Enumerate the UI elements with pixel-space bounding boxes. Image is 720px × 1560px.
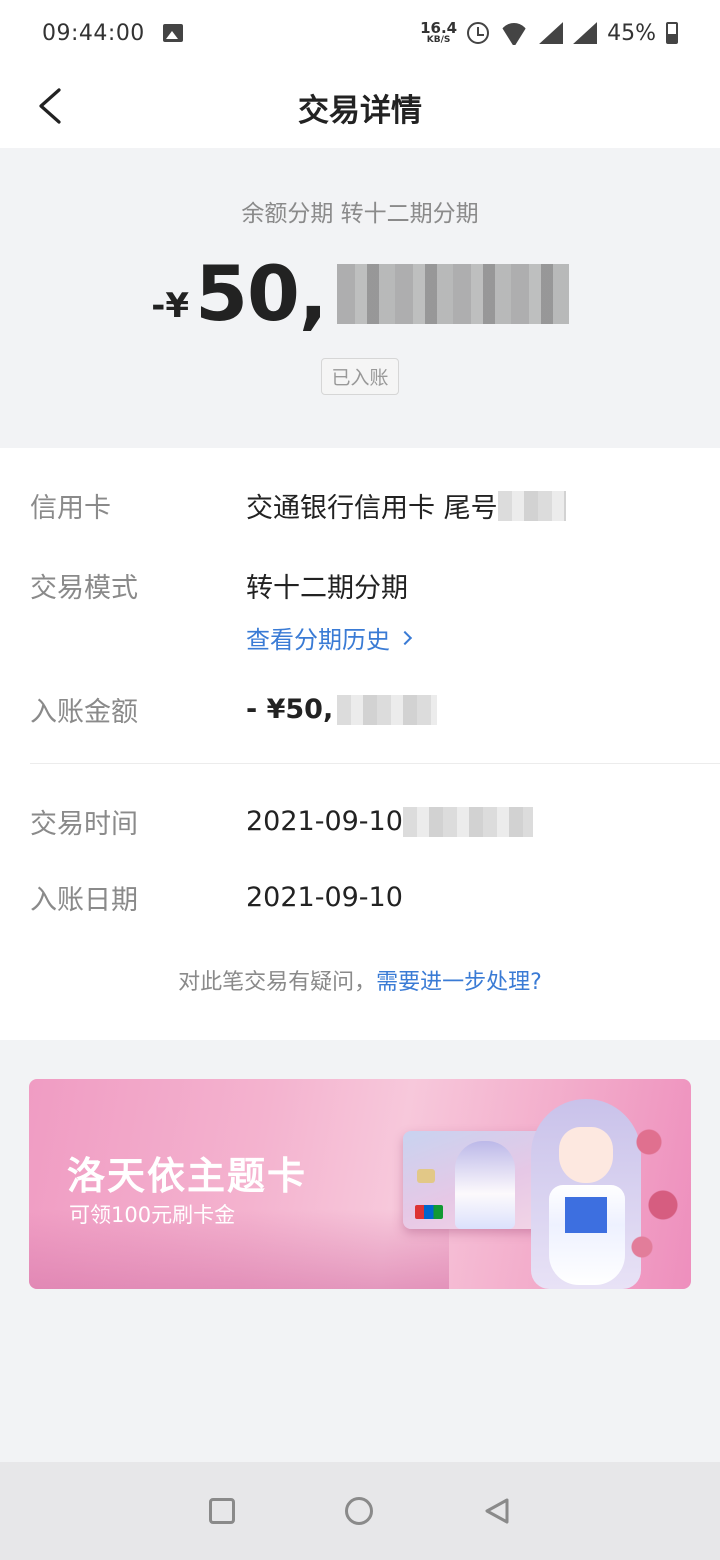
detail-row-mode: 交易模式 转十二期分期	[30, 566, 720, 605]
unionpay-logo-icon	[415, 1205, 443, 1219]
transaction-details: 信用卡 交通银行信用卡 尾号 交易模式 转十二期分期 查看分期历史 入账金额 -…	[0, 448, 720, 1040]
amount-redacted-mosaic	[336, 264, 569, 324]
posted-amount-redacted	[337, 694, 438, 725]
detail-row-posted-date: 入账日期 2021-09-10	[30, 878, 720, 917]
posted-date-label: 入账日期	[30, 885, 138, 916]
transaction-summary: 余额分期 转十二期分期 -¥ 50, 已入账	[0, 148, 720, 448]
cherry-blossom-decoration	[621, 1079, 691, 1289]
status-badge: 已入账	[321, 358, 399, 395]
card-value-wrap: 交通银行信用卡 尾号	[246, 486, 566, 525]
status-right: 16.4 KB/S 45%	[420, 21, 678, 46]
status-left: 09:44:00	[42, 21, 183, 46]
status-bar: 09:44:00 16.4 KB/S 45%	[0, 0, 720, 66]
installment-history-link[interactable]: 查看分期历史	[246, 620, 413, 655]
character-face	[559, 1127, 613, 1183]
signal-icon-2	[573, 22, 598, 44]
network-speed-unit: KB/S	[426, 35, 451, 45]
trade-time-wrap: 2021-09-10	[246, 802, 533, 841]
app-header: 交易详情	[0, 66, 720, 148]
banner-subtitle: 可领100元刷卡金	[69, 1203, 236, 1227]
network-speed: 16.4 KB/S	[420, 21, 457, 45]
back-button[interactable]	[30, 86, 70, 126]
alarm-icon	[467, 22, 490, 44]
system-nav-bar	[0, 1462, 720, 1560]
posted-amount-label: 入账金额	[30, 697, 138, 728]
trade-time-label: 交易时间	[30, 809, 138, 840]
battery-percent: 45%	[607, 20, 656, 46]
character-emblem	[565, 1197, 607, 1233]
detail-row-posted-amount: 入账金额 - ¥50,	[30, 690, 720, 729]
posted-amount-wrap: - ¥50,	[246, 690, 438, 729]
wifi-icon	[499, 21, 529, 45]
home-icon[interactable]	[345, 1497, 373, 1525]
divider	[30, 763, 720, 764]
installment-history-label: 查看分期历史	[246, 626, 390, 654]
signal-icon	[539, 22, 564, 44]
card-tail-redacted	[497, 490, 566, 521]
detail-row-trade-time: 交易时间 2021-09-10	[30, 802, 720, 841]
mode-label: 交易模式	[30, 573, 138, 604]
recent-apps-icon[interactable]	[209, 1498, 235, 1524]
card-label: 信用卡	[30, 493, 111, 524]
banner-title: 洛天依主题卡	[67, 1154, 308, 1198]
image-notification-icon	[162, 24, 183, 42]
detail-row-card: 信用卡 交通银行信用卡 尾号	[30, 486, 720, 525]
dispute-link[interactable]: 需要进一步处理?	[376, 970, 542, 995]
dispute-text: 对此笔交易有疑问，	[178, 970, 377, 995]
network-speed-value: 16.4	[420, 19, 458, 37]
dispute-prompt: 对此笔交易有疑问，需要进一步处理?	[0, 964, 720, 996]
card-value: 交通银行信用卡 尾号	[246, 493, 498, 524]
card-character-art	[455, 1141, 515, 1229]
posted-amount-value: - ¥50,	[246, 694, 334, 725]
status-time: 09:44:00	[42, 20, 145, 46]
posted-date-value: 2021-09-10	[246, 882, 403, 913]
amount-value: 50,	[195, 249, 328, 338]
card-chip-icon	[417, 1169, 435, 1183]
chevron-right-icon	[397, 630, 413, 645]
nav-back-icon[interactable]	[483, 1497, 511, 1525]
transaction-type: 余额分期 转十二期分期	[241, 201, 479, 227]
amount-row: -¥ 50,	[151, 249, 569, 338]
trade-time-value: 2021-09-10	[246, 806, 403, 837]
back-arrow-icon	[39, 88, 61, 124]
battery-icon	[666, 22, 678, 44]
trade-time-redacted	[402, 806, 533, 837]
mode-value: 转十二期分期	[246, 573, 408, 604]
amount-prefix: -¥	[151, 286, 190, 326]
promo-banner[interactable]: 洛天依主题卡 可领100元刷卡金	[29, 1079, 691, 1289]
page-title: 交易详情	[298, 92, 422, 129]
